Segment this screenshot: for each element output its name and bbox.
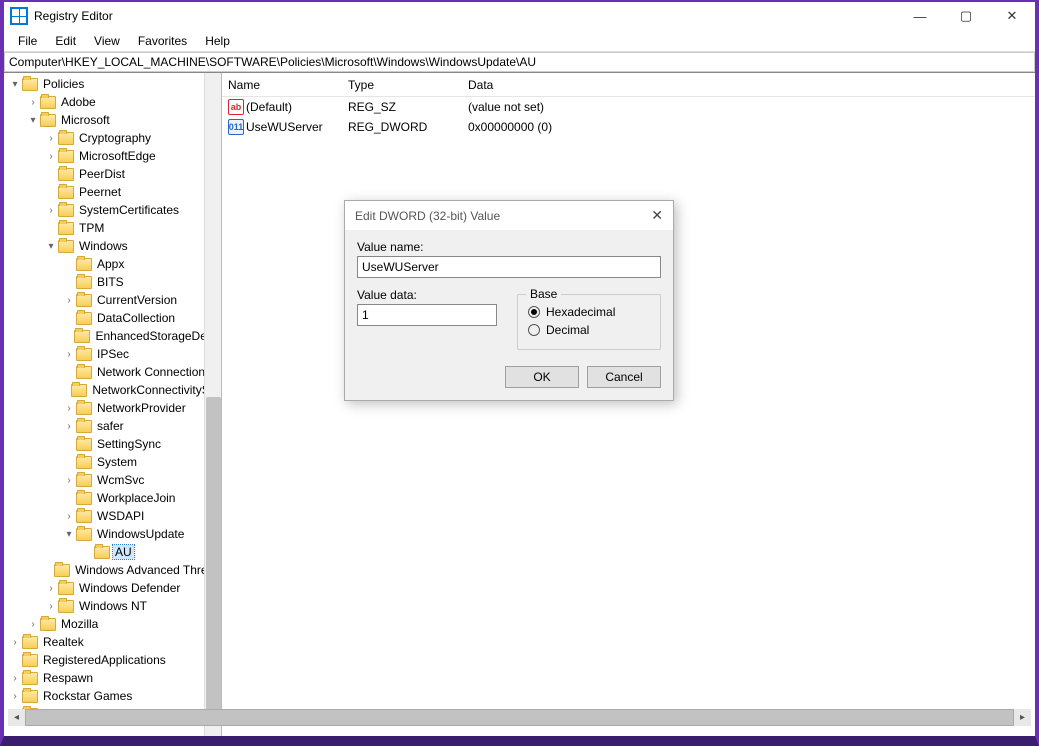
tree-rockstar[interactable]: Rockstar Games — [41, 689, 134, 703]
dialog-close-button[interactable]: ✕ — [651, 207, 663, 224]
maximize-button[interactable]: ▢ — [943, 2, 989, 30]
tree-scroll-thumb[interactable] — [206, 397, 221, 717]
tree-currentversion[interactable]: CurrentVersion — [95, 293, 179, 307]
tree-wsdapi[interactable]: WSDAPI — [95, 509, 146, 523]
close-button[interactable]: ✕ — [989, 2, 1035, 30]
tree-pane[interactable]: ▾Policies ›Adobe ▾Microsoft ›Cryptograph… — [4, 73, 222, 736]
scroll-track[interactable] — [25, 709, 1014, 726]
radio-hex-label: Hexadecimal — [546, 305, 615, 319]
menu-help[interactable]: Help — [197, 33, 238, 49]
menu-view[interactable]: View — [86, 33, 128, 49]
tree-systemcertificates[interactable]: SystemCertificates — [77, 203, 181, 217]
tree-appx[interactable]: Appx — [95, 257, 126, 271]
tree-peerdist[interactable]: PeerDist — [77, 167, 127, 181]
tree-policies[interactable]: Policies — [41, 77, 86, 91]
titlebar: Registry Editor — ▢ ✕ — [4, 2, 1035, 30]
row-name: UseWUServer — [246, 120, 323, 134]
scroll-right-arrow[interactable]: ▸ — [1014, 709, 1031, 726]
menu-favorites[interactable]: Favorites — [130, 33, 195, 49]
radio-dec[interactable] — [528, 324, 540, 336]
tree-au[interactable]: AU — [113, 545, 134, 559]
tree-networkprovider[interactable]: NetworkProvider — [95, 401, 188, 415]
radio-hex-row[interactable]: Hexadecimal — [528, 305, 650, 319]
list-row[interactable]: ab(Default) REG_SZ (value not set) — [222, 97, 1035, 117]
edit-dword-dialog: Edit DWORD (32-bit) Value ✕ Value name: … — [344, 200, 674, 401]
value-data-label: Value data: — [357, 288, 497, 302]
tree-windows[interactable]: Windows — [77, 239, 130, 253]
tree-cryptography[interactable]: Cryptography — [77, 131, 153, 145]
tree-registeredapps[interactable]: RegisteredApplications — [41, 653, 168, 667]
tree-scrollbar[interactable] — [204, 73, 221, 736]
address-bar[interactable]: Computer\HKEY_LOCAL_MACHINE\SOFTWARE\Pol… — [4, 52, 1035, 72]
col-name[interactable]: Name — [222, 76, 342, 94]
row-data: (value not set) — [462, 100, 1035, 114]
tree-ipsec[interactable]: IPSec — [95, 347, 131, 361]
window-controls: — ▢ ✕ — [897, 2, 1035, 30]
tree-microsoft[interactable]: Microsoft — [59, 113, 112, 127]
tree-wcmsvc[interactable]: WcmSvc — [95, 473, 146, 487]
tree-windowsadvthreat[interactable]: Windows Advanced Threat Protection — [73, 563, 221, 577]
row-data: 0x00000000 (0) — [462, 120, 1035, 134]
tree-bits[interactable]: BITS — [95, 275, 126, 289]
value-data-input[interactable] — [357, 304, 497, 326]
cancel-button[interactable]: Cancel — [587, 366, 661, 388]
tree-windowsdefender[interactable]: Windows Defender — [77, 581, 182, 595]
col-type[interactable]: Type — [342, 76, 462, 94]
radio-hex[interactable] — [528, 306, 540, 318]
tree-settingsync[interactable]: SettingSync — [95, 437, 163, 451]
string-value-icon: ab — [228, 99, 244, 115]
value-name-input[interactable] — [357, 256, 661, 278]
tree-realtek[interactable]: Realtek — [41, 635, 86, 649]
menu-edit[interactable]: Edit — [47, 33, 84, 49]
scroll-left-arrow[interactable]: ◂ — [8, 709, 25, 726]
radio-dec-label: Decimal — [546, 323, 589, 337]
base-legend: Base — [526, 287, 561, 301]
radio-dec-row[interactable]: Decimal — [528, 323, 650, 337]
tree-windowsupdate[interactable]: WindowsUpdate — [95, 527, 186, 541]
tree-adobe[interactable]: Adobe — [59, 95, 98, 109]
app-icon — [10, 7, 28, 25]
tree-datacollection[interactable]: DataCollection — [95, 311, 177, 325]
tree-peernet[interactable]: Peernet — [77, 185, 123, 199]
tree-networkconnections[interactable]: Network Connections — [95, 365, 213, 379]
value-name-label: Value name: — [357, 240, 661, 254]
list-header: Name Type Data — [222, 73, 1035, 97]
row-name: (Default) — [246, 100, 292, 114]
dword-value-icon: 011 — [228, 119, 244, 135]
tree-respawn[interactable]: Respawn — [41, 671, 95, 685]
tree-microsoftedge[interactable]: MicrosoftEdge — [77, 149, 158, 163]
ok-button[interactable]: OK — [505, 366, 579, 388]
menubar: File Edit View Favorites Help — [4, 30, 1035, 52]
col-data[interactable]: Data — [462, 76, 1035, 94]
tree-mozilla[interactable]: Mozilla — [59, 617, 100, 631]
window-title: Registry Editor — [34, 9, 113, 23]
tree-safer[interactable]: safer — [95, 419, 126, 433]
row-type: REG_DWORD — [342, 120, 462, 134]
list-pane: Name Type Data ab(Default) REG_SZ (value… — [222, 73, 1035, 736]
folder-icon — [22, 78, 38, 91]
tree-enhancedstoragedevices[interactable]: EnhancedStorageDevices — [93, 329, 221, 343]
list-row[interactable]: 011UseWUServer REG_DWORD 0x00000000 (0) — [222, 117, 1035, 137]
tree-windowsnt[interactable]: Windows NT — [77, 599, 149, 613]
dialog-titlebar: Edit DWORD (32-bit) Value ✕ — [345, 201, 673, 230]
menu-file[interactable]: File — [10, 33, 45, 49]
tree-networkconnectivity[interactable]: NetworkConnectivityStatusIndicator — [90, 383, 221, 397]
content: ▾Policies ›Adobe ▾Microsoft ›Cryptograph… — [4, 72, 1035, 736]
row-type: REG_SZ — [342, 100, 462, 114]
base-fieldset: Base Hexadecimal Decimal — [517, 294, 661, 350]
tree-system[interactable]: System — [95, 455, 139, 469]
dialog-title: Edit DWORD (32-bit) Value — [355, 209, 500, 223]
horizontal-scrollbar[interactable]: ◂ ▸ — [8, 709, 1031, 726]
minimize-button[interactable]: — — [897, 2, 943, 30]
tree-tpm[interactable]: TPM — [77, 221, 106, 235]
tree-workplacejoin[interactable]: WorkplaceJoin — [95, 491, 177, 505]
